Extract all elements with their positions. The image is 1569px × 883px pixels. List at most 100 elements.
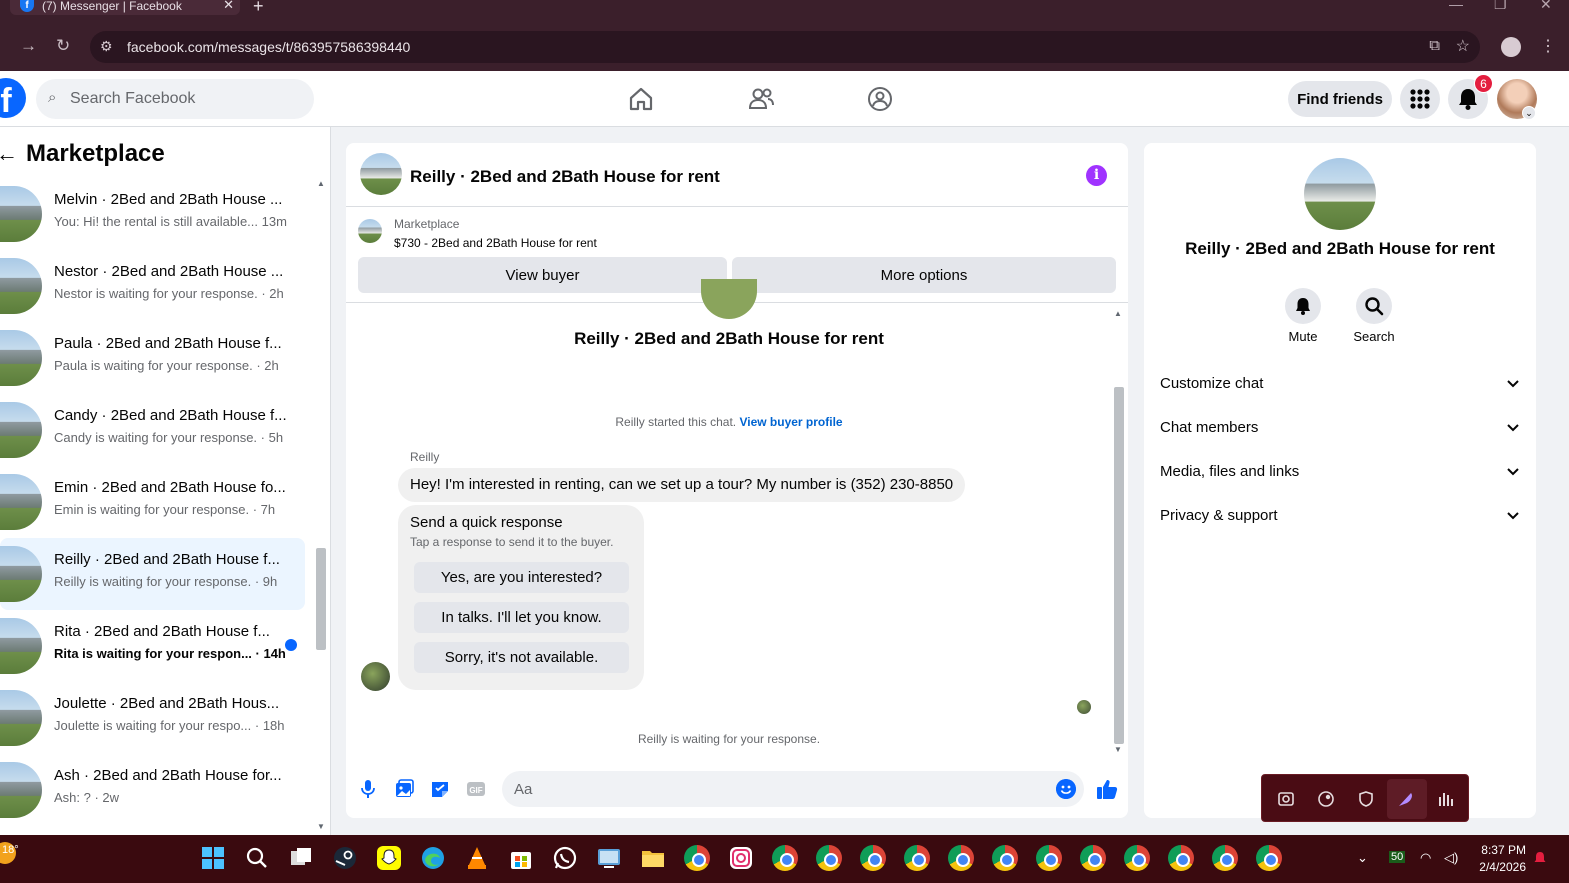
chrome-icon[interactable] [1256,845,1282,871]
taskbar-date[interactable]: 2/4/2026 [1470,860,1526,874]
screenshot-icon[interactable] [1276,789,1296,809]
address-bar[interactable]: ⚙ facebook.com/messages/t/86395758639844… [90,31,1480,63]
sender-avatar[interactable] [361,662,390,691]
listing-thumbnail[interactable] [358,219,382,243]
chrome-icon[interactable] [684,845,710,871]
scroll-down-icon[interactable]: ▼ [1114,745,1122,754]
back-arrow-icon[interactable]: ← [0,141,18,167]
site-info-icon[interactable]: ⚙ [100,38,113,55]
chat-title[interactable]: Reilly · 2Bed and 2Bath House for rent [410,167,720,187]
message-input[interactable] [514,771,1044,807]
chat-members-section[interactable]: Chat members [1144,406,1536,450]
task-view-icon[interactable] [288,845,314,871]
listing-price-title[interactable]: $730 - 2Bed and 2Bath House for rent [394,236,597,250]
home-icon[interactable] [627,85,655,113]
scroll-up-icon[interactable]: ▲ [1114,309,1122,318]
search-input[interactable] [70,79,300,119]
like-thumb-icon[interactable] [1095,777,1119,801]
snipping-tool-icon[interactable] [596,845,622,871]
conversation-item[interactable]: Candy · 2Bed and 2Bath House f... Candy i… [0,394,305,466]
close-tab-icon[interactable]: ✕ [223,0,234,11]
conversation-item[interactable]: Joulette · 2Bed and 2Bath Hous... Joulett… [0,682,305,754]
message-composer[interactable] [502,771,1084,807]
vlc-icon[interactable] [464,845,490,871]
browser-profile-icon[interactable] [1501,37,1521,57]
more-options-button[interactable]: More options [732,257,1116,293]
conversation-item[interactable]: Melvin · 2Bed and 2Bath House ... You: Hi… [0,178,305,250]
chrome-icon[interactable] [1124,845,1150,871]
chat-avatar[interactable] [360,153,402,195]
chrome-icon[interactable] [992,845,1018,871]
details-avatar[interactable] [1304,158,1376,230]
conversation-item[interactable]: Paula · 2Bed and 2Bath House f... Paula i… [0,322,305,394]
chrome-icon[interactable] [1212,845,1238,871]
feather-icon[interactable] [1396,789,1416,809]
conversation-item[interactable]: Reilly · 2Bed and 2Bath House f... Reilly… [0,538,305,610]
chrome-icon[interactable] [860,845,886,871]
file-explorer-icon[interactable] [640,845,666,871]
conversation-item[interactable]: Nestor · 2Bed and 2Bath House ... Nestor … [0,250,305,322]
reload-icon[interactable]: ↻ [56,36,70,56]
window-close-icon[interactable]: ✕ [1540,0,1552,13]
privacy-support-section[interactable]: Privacy & support [1144,494,1536,538]
volume-icon[interactable]: ◁) [1444,850,1458,866]
mute-button[interactable] [1285,288,1321,324]
message-bubble[interactable]: Hey! I'm interested in renting, can we s… [398,468,966,502]
emoji-icon[interactable] [1056,779,1076,799]
conversation-item[interactable]: Rita · 2Bed and 2Bath House f... Rita is … [0,610,305,682]
instagram-icon[interactable] [728,845,754,871]
shield-icon[interactable] [1356,789,1376,809]
info-icon[interactable]: i [1086,165,1107,186]
browser-tab[interactable]: f (7) Messenger | Facebook ✕ [10,0,240,15]
menu-button[interactable] [1400,79,1440,119]
minimize-icon[interactable]: — [1449,0,1463,12]
bookmark-star-icon[interactable]: ☆ [1456,36,1470,56]
battery-indicator[interactable]: 50 [1389,851,1406,863]
equalizer-icon[interactable] [1436,789,1456,809]
steam-icon[interactable] [1316,789,1336,809]
quick-response-button[interactable]: In talks. I'll let you know. [414,602,629,633]
chrome-icon[interactable] [1036,845,1062,871]
taskbar-search-icon[interactable] [244,845,270,871]
microsoft-store-icon[interactable] [508,845,534,871]
chrome-icon[interactable] [772,845,798,871]
browser-menu-icon[interactable]: ⋮ [1540,36,1556,56]
forward-icon[interactable]: → [20,36,37,56]
edge-icon[interactable] [420,845,446,871]
chrome-icon[interactable] [904,845,930,871]
customize-chat-section[interactable]: Customize chat [1144,362,1536,406]
microphone-icon[interactable] [357,778,379,800]
groups-icon[interactable] [866,85,894,113]
scroll-down-icon[interactable]: ▼ [317,822,325,831]
chrome-icon[interactable] [1168,845,1194,871]
restore-icon[interactable]: ❐ [1494,0,1507,13]
friends-icon[interactable] [747,85,775,113]
search-bar[interactable]: ⌕ [36,79,314,119]
conversation-item[interactable]: Emin · 2Bed and 2Bath House fo... Emin is… [0,466,305,538]
search-conversation-button[interactable] [1356,288,1392,324]
media-files-links-section[interactable]: Media, files and links [1144,450,1536,494]
steam-taskbar-icon[interactable] [332,845,358,871]
taskbar-clock[interactable]: 8:37 PM [1478,843,1526,857]
photo-icon[interactable] [393,778,415,800]
quick-response-button[interactable]: Sorry, it's not available. [414,642,629,673]
install-app-icon[interactable]: ⧉ [1429,37,1440,54]
sticker-icon[interactable] [429,778,451,800]
scroll-up-icon[interactable]: ▲ [317,179,325,188]
gif-icon[interactable]: GIF [465,778,487,800]
view-buyer-button[interactable]: View buyer [358,257,727,293]
windows-start-icon[interactable] [200,845,226,871]
chrome-icon[interactable] [1080,845,1106,871]
sidebar-scroll-thumb[interactable] [316,548,326,650]
show-hidden-icons-chevron-icon[interactable]: ⌄ [1357,850,1368,866]
quick-response-button[interactable]: Yes, are you interested? [414,562,629,593]
wifi-icon[interactable]: ◠ [1420,850,1431,866]
snapchat-icon[interactable] [376,845,402,871]
chevron-down-icon[interactable]: ⌄ [1522,106,1536,120]
chat-scroll-thumb[interactable] [1114,387,1124,744]
sidebar-scrollbar[interactable] [314,178,328,828]
whatsapp-icon[interactable] [552,845,578,871]
chrome-icon[interactable] [948,845,974,871]
chrome-icon[interactable] [816,845,842,871]
conversation-item[interactable]: Ash · 2Bed and 2Bath House for... Ash: ? … [0,754,305,826]
